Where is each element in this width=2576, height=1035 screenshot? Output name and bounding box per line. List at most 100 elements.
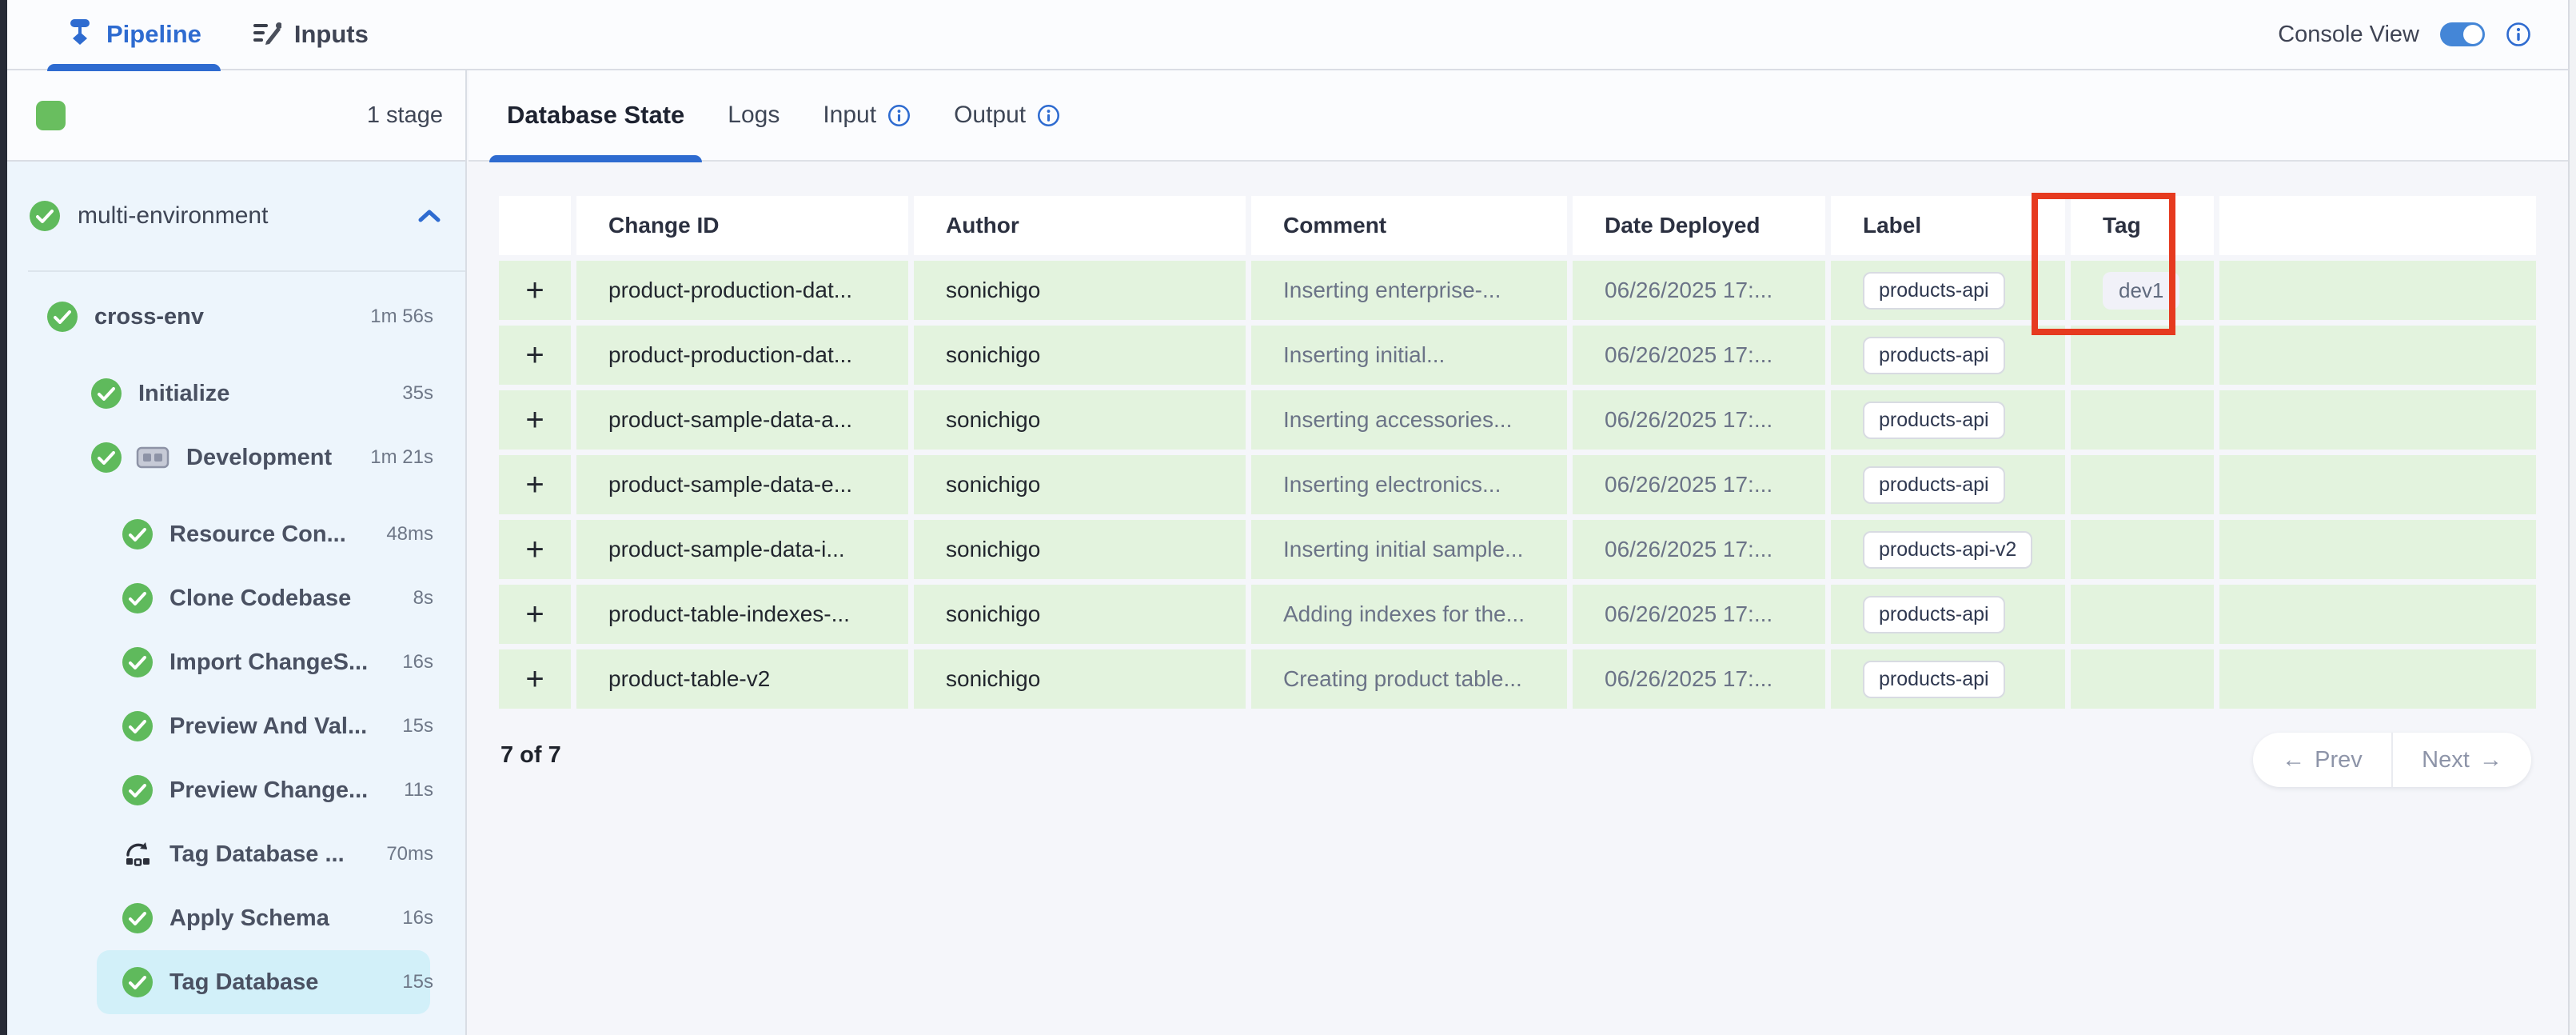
expand-row-button[interactable]: + <box>499 326 571 385</box>
sidebar-item-tag-database-rollback[interactable]: Tag Database ... 70ms <box>7 822 465 886</box>
row-count-label: 7 of 7 <box>500 742 561 769</box>
expand-row-button[interactable]: + <box>499 585 571 644</box>
cell-filler <box>2219 261 2536 320</box>
column-header-expand <box>499 196 571 255</box>
cell-tag <box>2071 585 2214 644</box>
label-chip: products-api <box>1863 272 2005 310</box>
expand-row-button[interactable]: + <box>499 649 571 709</box>
next-label: Next <box>2422 747 2470 773</box>
column-header: Author <box>914 196 1246 255</box>
console-view-toggle[interactable] <box>2440 22 2485 46</box>
step-detail-tabs: Database State Logs Input Output <box>469 70 2568 162</box>
sidebar-item-import-changesets[interactable]: Import ChangeS... 16s <box>7 630 465 694</box>
sidebar-item-development[interactable]: Development 1m 21s <box>7 426 465 490</box>
step-duration: 35s <box>402 382 433 405</box>
pipeline-icon <box>66 18 94 52</box>
success-check-icon <box>122 583 153 613</box>
cell-filler <box>2219 585 2536 644</box>
column-header: Date Deployed <box>1573 196 1825 255</box>
sidebar-header: 1 stage <box>7 70 465 162</box>
step-label: Import ChangeS... <box>169 649 368 676</box>
cell-tag <box>2071 455 2214 514</box>
cell-date-deployed: 06/26/2025 17:... <box>1573 649 1825 709</box>
cell-date-deployed: 06/26/2025 17:... <box>1573 326 1825 385</box>
rollback-icon <box>122 839 153 869</box>
cell-filler <box>2219 520 2536 579</box>
expand-row-button[interactable]: + <box>499 261 571 320</box>
step-duration: 11s <box>404 779 433 801</box>
tab-pipeline[interactable]: Pipeline <box>52 0 216 70</box>
prev-button[interactable]: ← Prev <box>2253 733 2393 787</box>
cell-change-id: product-table-indexes-... <box>576 585 908 644</box>
step-duration: 16s <box>402 907 433 929</box>
cell-change-id: product-production-dat... <box>576 326 908 385</box>
tab-inputs-label: Inputs <box>294 20 369 49</box>
success-check-icon <box>122 903 153 933</box>
column-header: Comment <box>1251 196 1567 255</box>
sidebar-item-preview-and-validate[interactable]: Preview And Val... 15s <box>7 694 465 758</box>
cell-tag <box>2071 649 2214 709</box>
tab-database-state[interactable]: Database State <box>507 70 684 161</box>
chevron-up-icon[interactable] <box>417 209 441 223</box>
tab-label: Database State <box>507 101 684 130</box>
console-view-info-icon[interactable] <box>2506 22 2531 47</box>
input-info-icon[interactable] <box>887 104 911 127</box>
step-label: Preview Change... <box>169 777 368 804</box>
expand-row-button[interactable]: + <box>499 455 571 514</box>
cell-change-id: product-production-dat... <box>576 261 908 320</box>
cell-author: sonichigo <box>914 261 1246 320</box>
left-arrow-icon: ← <box>2282 747 2305 773</box>
next-button[interactable]: Next → <box>2393 733 2531 787</box>
output-info-icon[interactable] <box>1037 104 1060 127</box>
cell-comment: Adding indexes for the... <box>1251 585 1567 644</box>
sidebar-item-cross-env[interactable]: cross-env 1m 56s <box>7 285 465 349</box>
expand-row-button[interactable]: + <box>499 520 571 579</box>
stage-name-label: multi-environment <box>78 202 268 230</box>
sidebar-item-apply-schema[interactable]: Apply Schema 16s <box>7 886 465 950</box>
step-duration: 1m 56s <box>370 306 433 328</box>
sidebar-item-preview-changes[interactable]: Preview Change... 11s <box>7 758 465 822</box>
tab-input[interactable]: Input <box>823 70 911 161</box>
cell-filler <box>2219 649 2536 709</box>
step-duration: 15s <box>402 715 433 737</box>
expand-row-button[interactable]: + <box>499 390 571 450</box>
step-label: Clone Codebase <box>169 585 351 612</box>
step-duration: 1m 21s <box>370 446 433 469</box>
sidebar-item-resource-constraint[interactable]: Resource Con... 48ms <box>7 502 465 566</box>
step-group-icon <box>136 446 169 470</box>
cell-filler <box>2219 326 2536 385</box>
step-label: Preview And Val... <box>169 713 367 740</box>
column-header-tag: Tag <box>2071 196 2214 255</box>
console-view-label: Console View <box>2278 22 2419 48</box>
execution-sidebar: 1 stage multi-environment cross-env 1m 5… <box>7 70 467 1035</box>
tab-inputs[interactable]: Inputs <box>238 0 383 70</box>
cell-filler <box>2219 390 2536 450</box>
label-chip: products-api <box>1863 402 2005 439</box>
tab-pipeline-label: Pipeline <box>106 20 201 49</box>
step-label: Initialize <box>138 381 229 407</box>
success-check-icon <box>91 378 122 409</box>
cell-date-deployed: 06/26/2025 17:... <box>1573 585 1825 644</box>
sidebar-item-tag-database[interactable]: Tag Database 15s <box>7 950 465 1014</box>
sidebar-item-multi-environment[interactable]: multi-environment <box>7 162 465 270</box>
tab-label: Input <box>823 102 876 129</box>
right-arrow-icon: → <box>2479 747 2502 773</box>
cell-date-deployed: 06/26/2025 17:... <box>1573 520 1825 579</box>
success-check-icon <box>122 647 153 677</box>
cell-author: sonichigo <box>914 390 1246 450</box>
sidebar-item-initialize[interactable]: Initialize 35s <box>7 362 465 426</box>
stage-status-square <box>36 101 66 130</box>
success-check-icon <box>122 711 153 741</box>
cell-author: sonichigo <box>914 455 1246 514</box>
label-chip: products-api <box>1863 337 2005 374</box>
cell-change-id: product-sample-data-e... <box>576 455 908 514</box>
stage-count-label: 1 stage <box>367 102 443 129</box>
scrollbar-track[interactable] <box>2568 0 2576 1035</box>
tab-logs[interactable]: Logs <box>728 70 780 161</box>
tab-output[interactable]: Output <box>954 70 1060 161</box>
pagination: ← Prev Next → <box>2253 733 2531 787</box>
step-label: Tag Database <box>169 969 318 996</box>
sidebar-item-clone-codebase[interactable]: Clone Codebase 8s <box>7 566 465 630</box>
label-chip: products-api <box>1863 596 2005 633</box>
tag-chip: dev1 <box>2103 272 2179 310</box>
